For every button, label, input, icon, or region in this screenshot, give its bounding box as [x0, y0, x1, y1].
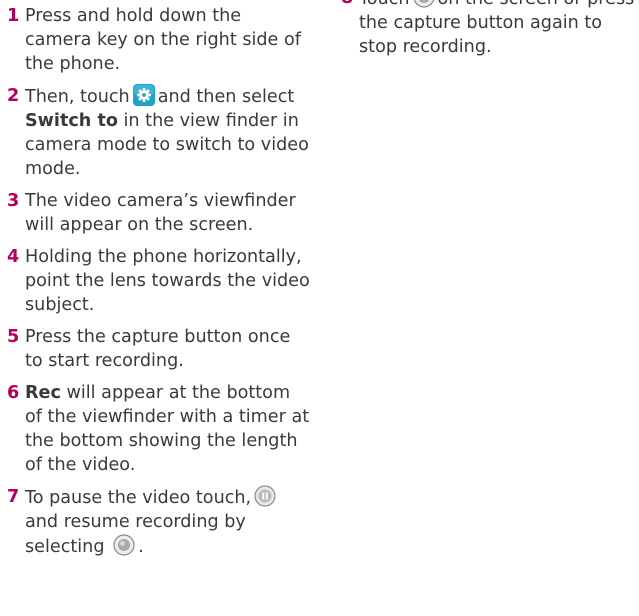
- step-4: 4 Holding the phone horizontally, point …: [0, 245, 312, 317]
- step-7: 7 To pause the video touch, and resume r…: [0, 485, 312, 559]
- record-icon: [113, 534, 135, 556]
- step-text: To pause the video touch, and resume rec…: [25, 485, 312, 559]
- step-8: 8 Touch on the screen or press the captu…: [334, 0, 639, 59]
- step-text: The video camera’s viewfinder will appea…: [25, 191, 296, 235]
- step-text-part: Touch: [359, 0, 410, 9]
- step-text: Touch on the screen or press the capture…: [359, 0, 639, 59]
- settings-gear-icon: [132, 84, 155, 106]
- step-number: 6: [7, 383, 20, 403]
- step-number: 3: [7, 191, 20, 211]
- step-text-part: Then, touch: [25, 87, 130, 107]
- step-number: 2: [7, 86, 20, 106]
- step-8-first-line: Touch on the screen or press: [359, 0, 639, 11]
- step-number: 5: [7, 327, 20, 347]
- step-text-part: To pause the video touch,: [25, 488, 252, 508]
- right-column: 8 Touch on the screen or press the captu…: [334, 0, 639, 59]
- left-column: 1 Press and hold down the camera key on …: [0, 0, 312, 559]
- step-number: 1: [7, 6, 20, 26]
- switch-to-label: Switch to: [25, 111, 118, 131]
- step-text-part: the capture button again to stop recordi…: [359, 13, 603, 57]
- step-number: 4: [7, 247, 20, 267]
- step-number: 8: [341, 0, 353, 10]
- rec-label: Rec: [25, 383, 61, 403]
- step-3: 3 The video camera’s viewfinder will app…: [0, 189, 312, 237]
- stop-icon: [413, 0, 435, 8]
- step-text-part: will appear at the bottom of the viewfin…: [25, 383, 310, 475]
- step-text-part: and resume recording by selecting: [25, 512, 246, 557]
- step-text: Press and hold down the camera key on th…: [25, 6, 301, 74]
- pause-icon: [254, 485, 276, 507]
- step-text-part: and then select: [157, 87, 295, 107]
- step-5: 5 Press the capture button once to start…: [0, 325, 312, 373]
- step-number: 7: [7, 487, 20, 507]
- step-text: Holding the phone horizontally, point th…: [25, 247, 310, 315]
- step-6: 6 Rec will appear at the bottom of the v…: [0, 381, 312, 477]
- step-text: Then, touch and then select Switch to in…: [25, 84, 312, 181]
- step-2: 2 Then, touch and then select Switch to …: [0, 84, 312, 181]
- step-1: 1 Press and hold down the camera key on …: [0, 4, 312, 76]
- step-text-part: .: [138, 537, 144, 557]
- step-text-part: on the screen or press: [438, 0, 635, 9]
- step-text: Press the capture button once to start r…: [25, 327, 291, 371]
- step-text: Rec will appear at the bottom of the vie…: [25, 381, 312, 477]
